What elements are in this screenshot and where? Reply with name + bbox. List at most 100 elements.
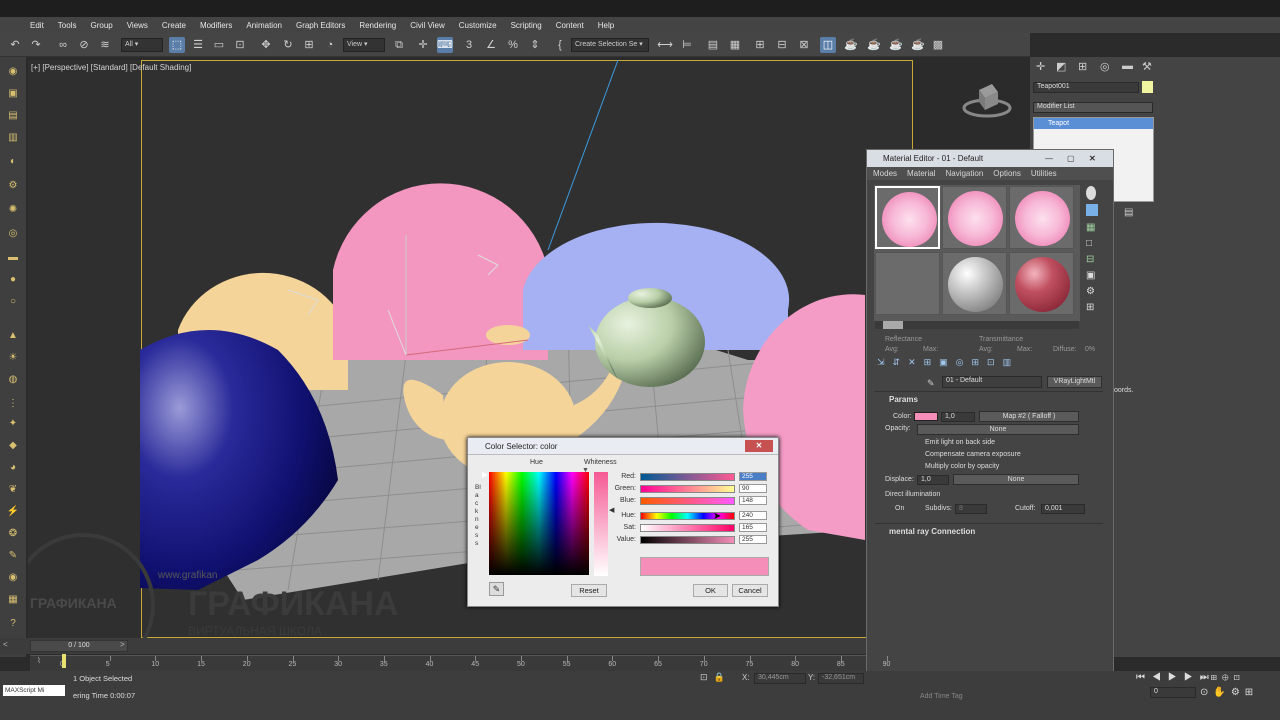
sample-slot-3[interactable] [1009,186,1074,249]
light-icon[interactable]: ✺ [5,203,21,217]
schematic-view-icon[interactable]: ⊟ [774,37,790,53]
sample-slot-4[interactable] [875,252,940,315]
blue-slider[interactable] [640,497,735,505]
angle-snap-icon[interactable]: ∠ [483,37,499,53]
backlight-icon[interactable] [1086,204,1098,216]
mated-menu-material[interactable]: Material [907,169,935,178]
rect-selection-icon[interactable]: ▭ [211,37,227,53]
opacity-map-button[interactable]: None [917,424,1079,435]
menu-item-rendering[interactable]: Rendering [359,21,396,30]
mated-menu-utilities[interactable]: Utilities [1031,169,1057,178]
subdivs-field[interactable]: 8 [955,504,987,514]
modify-tab-icon[interactable]: ▣ [5,87,21,101]
viewport-nav-controls[interactable]: ⌕⊞⊕⊡ [1200,672,1245,683]
compensate-exposure-checkbox[interactable]: Compensate camera exposure [925,451,1021,458]
helper-icon[interactable]: ❂ [5,527,21,541]
menu-item-modifiers[interactable]: Modifiers [200,21,232,30]
menu-item-help[interactable]: Help [598,21,614,30]
make-preview-icon[interactable]: ▣ [1086,270,1095,281]
hierarchy-icon[interactable]: ▤ [5,109,21,123]
hierarchy-panel-icon[interactable]: ⊞ [1078,60,1087,73]
snaps-toggle-icon[interactable]: 3 [461,37,477,53]
object-color-swatch[interactable] [1142,81,1153,93]
reset-button[interactable]: Reset [571,584,607,597]
material-type-button[interactable]: VRayLightMtl [1047,376,1102,388]
select-by-material-icon[interactable]: ⊞ [1086,302,1094,313]
menu-item-customize[interactable]: Customize [459,21,497,30]
eyedropper-icon[interactable]: ✎ [927,378,935,389]
close-icon[interactable]: ✕ [745,440,773,452]
material-editor-titlebar[interactable]: Material Editor - 01 - Default — ▢ ✕ [867,150,1113,167]
bind-spacewarp-icon[interactable]: ≋ [97,37,113,53]
video-check-icon[interactable]: ⊟ [1086,254,1094,265]
selection-filter-dropdown[interactable]: All ▾ [121,38,163,52]
sphere-icon[interactable]: ● [5,273,21,287]
maxscript-listener[interactable]: MAXScript Mi [3,685,65,696]
menu-item-animation[interactable]: Animation [246,21,282,30]
cancel-button[interactable]: Cancel [732,584,768,597]
stack-item-teapot[interactable]: Teapot [1034,118,1153,129]
rendered-frame-icon[interactable]: ☕ [843,37,859,53]
motion-icon[interactable]: ▥ [5,131,21,145]
sample-slot-1[interactable] [875,186,940,249]
curve-toggle-icon[interactable]: ⌇ [37,656,41,665]
slots-scrollbar[interactable] [875,321,1079,329]
pivot-center-icon[interactable]: ⧉ [391,37,407,53]
render-setup-icon[interactable]: ◫ [820,37,836,53]
color-swatch[interactable] [914,412,938,421]
displace-value[interactable]: 1,0 [917,475,949,485]
tiling-icon[interactable]: □ [1086,238,1092,249]
emit-back-checkbox[interactable]: Emit light on back side [925,439,995,446]
minimize-icon[interactable]: — [1045,150,1053,167]
hue-field[interactable]: 240 [739,511,767,520]
render-cloud-icon[interactable]: ▩ [930,37,946,53]
spray-icon[interactable]: ✦ [5,417,21,431]
material-name-dropdown[interactable]: 01 - Default [942,376,1042,388]
red-slider[interactable] [640,473,735,481]
color-multiplier[interactable]: 1,0 [941,412,975,422]
menu-item-civil-view[interactable]: Civil View [410,21,445,30]
object-name-field[interactable]: Teapot001 [1033,82,1139,93]
cone-icon[interactable]: ▲ [5,329,21,343]
cutoff-field[interactable]: 0,001 [1041,504,1085,514]
render-iterative-icon[interactable]: ☕ [888,37,904,53]
unlink-icon[interactable]: ⊘ [76,37,92,53]
align-icon[interactable]: ⊨ [679,37,695,53]
create-panel-icon[interactable]: ✛ [1036,60,1045,73]
mirror-icon[interactable]: ⟷ [657,37,673,53]
green-field[interactable]: 90 [739,484,767,493]
box-icon[interactable]: ▬ [5,251,21,265]
sample-slot-6[interactable] [1009,252,1074,315]
torus-icon[interactable]: ○ [5,295,21,309]
scale-icon[interactable]: ⊞ [301,37,317,53]
link-icon[interactable]: ∞ [55,37,71,53]
utilities-panel-icon[interactable]: ⚒ [1142,60,1152,73]
sample-slot-5[interactable] [942,252,1007,315]
menu-item-content[interactable]: Content [556,21,584,30]
undo-icon[interactable]: ↶ [7,37,23,53]
time-slider[interactable]: 0 / 100 < > [0,638,866,654]
menu-item-group[interactable]: Group [90,21,112,30]
hue-blackness-field[interactable] [489,472,589,575]
sample-type-icon[interactable] [1086,186,1096,200]
place-icon[interactable]: ◔ [322,37,338,53]
material-editor-icon[interactable]: ⊠ [796,37,812,53]
particles-icon[interactable]: ⋮ [5,397,21,411]
select-object-icon[interactable]: ⬚ [169,37,185,53]
menu-item-views[interactable]: Views [127,21,148,30]
grid-icon[interactable]: ▦ [5,593,21,607]
menu-item-tools[interactable]: Tools [58,21,77,30]
current-frame-field[interactable]: 0 [1150,687,1196,698]
orbit-icon[interactable]: ◉ [5,571,21,585]
time-cursor[interactable] [62,654,66,668]
viewport-label[interactable]: [+] [Perspective] [Standard] [Default Sh… [31,63,191,72]
keyboard-shortcut-icon[interactable]: ⌨ [437,37,453,53]
utilities-icon[interactable]: ⚙ [5,179,21,193]
camera-icon[interactable]: ◎ [5,227,21,241]
named-selection-sets-dropdown[interactable]: Create Selection Se ▾ [571,38,649,52]
add-time-tag[interactable]: Add Time Tag [920,693,963,700]
sat-field[interactable]: 165 [739,523,767,532]
viewport-nav-controls-2[interactable]: ⊙✋⚙⊞ [1200,687,1258,698]
modifier-list-dropdown[interactable]: Modifier List [1033,102,1153,113]
color-selector-titlebar[interactable]: Color Selector: color ✕ [468,438,778,455]
